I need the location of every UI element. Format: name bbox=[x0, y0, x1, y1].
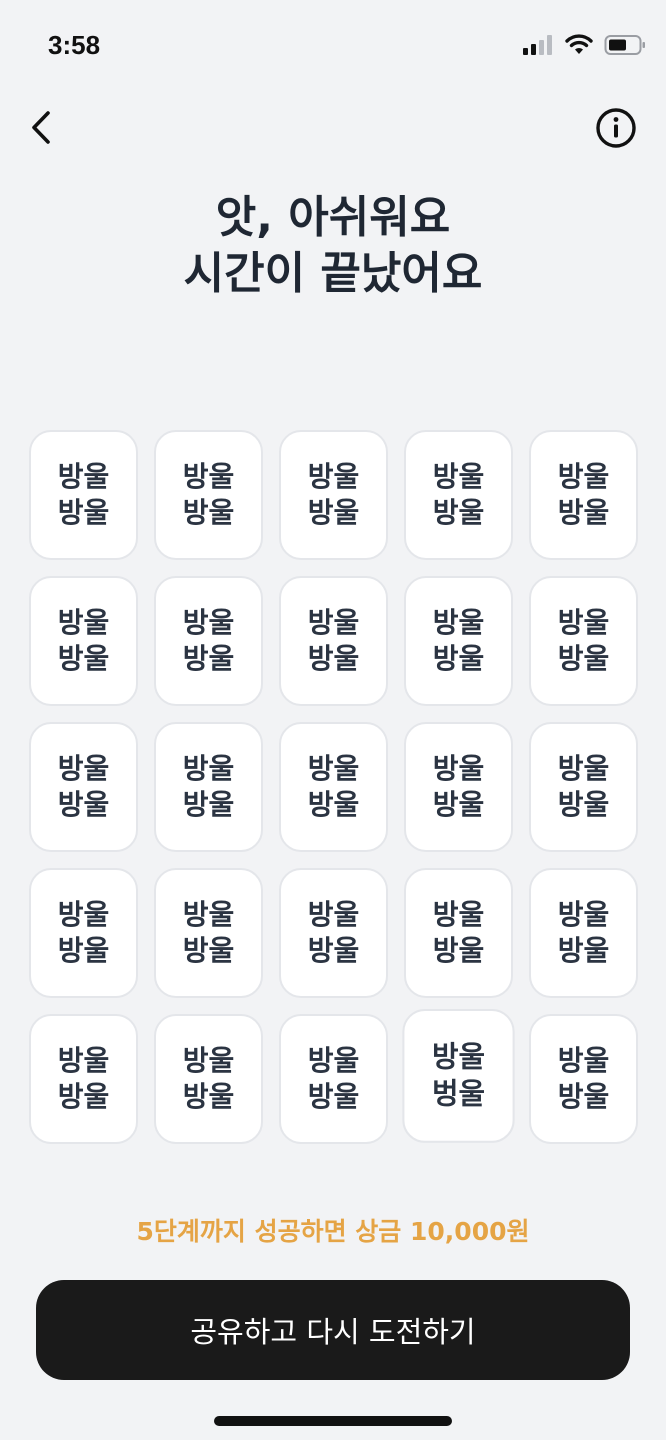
tile-text-top: 방울 bbox=[557, 752, 610, 785]
tile-text-top: 방울 bbox=[182, 752, 235, 785]
status-bar: 3:58 bbox=[0, 0, 666, 96]
word-tile[interactable]: 방울 방울 bbox=[279, 722, 388, 852]
tile-text-top: 방울 bbox=[57, 898, 110, 931]
tile-text-top: 방울 bbox=[557, 1044, 610, 1077]
tile-text-bottom: 방울 bbox=[57, 642, 110, 675]
tile-text-bottom: 방울 bbox=[57, 496, 110, 529]
tile-text-top: 방울 bbox=[432, 460, 485, 493]
tile-text-top: 방울 bbox=[307, 1044, 360, 1077]
word-tile[interactable]: 방울 방울 bbox=[154, 868, 263, 998]
tile-text-top: 방울 bbox=[307, 460, 360, 493]
tile-text-top: 방울 bbox=[557, 460, 610, 493]
prize-text: 5단계까지 성공하면 상금 10,000원 bbox=[136, 1217, 530, 1246]
tile-text-top: 방울 bbox=[182, 606, 235, 639]
tile-text-bottom: 방울 bbox=[57, 1080, 110, 1113]
word-tile[interactable]: 방울 방울 bbox=[154, 1014, 263, 1144]
tile-text-top: 방울 bbox=[557, 898, 610, 931]
word-tile[interactable]: 방울 방울 bbox=[29, 722, 138, 852]
word-tile[interactable]: 방울 방울 bbox=[404, 868, 513, 998]
tile-text-top: 방울 bbox=[307, 752, 360, 785]
tile-text-bottom: 방울 bbox=[57, 788, 110, 821]
home-indicator bbox=[214, 1416, 452, 1426]
word-tile[interactable]: 방울 방울 bbox=[529, 722, 638, 852]
tile-text-top: 방울 bbox=[57, 606, 110, 639]
title-line-1: 앗, 아쉬워요 bbox=[215, 192, 451, 243]
word-tile[interactable]: 방울 방울 bbox=[529, 430, 638, 560]
tile-text-bottom: 방울 bbox=[557, 1080, 610, 1113]
tile-text-bottom: 방울 bbox=[307, 496, 360, 529]
status-icons bbox=[522, 34, 646, 56]
tile-text-bottom: 방울 bbox=[182, 934, 235, 967]
tile-text-bottom: 방울 bbox=[432, 496, 485, 529]
word-tile[interactable]: 방울 방울 bbox=[29, 1014, 138, 1144]
word-tile[interactable]: 방울 방울 bbox=[404, 576, 513, 706]
word-tile[interactable]: 방울 방울 bbox=[404, 722, 513, 852]
top-nav bbox=[0, 96, 666, 160]
tile-text-top: 방울 bbox=[307, 606, 360, 639]
tile-text-bottom: 방울 bbox=[182, 642, 235, 675]
word-tile[interactable]: 방울 방울 bbox=[279, 868, 388, 998]
tile-text-bottom: 방울 bbox=[557, 496, 610, 529]
chevron-left-icon bbox=[32, 111, 50, 144]
tile-text-top: 방울 bbox=[57, 460, 110, 493]
tile-text-top: 방울 bbox=[182, 1044, 235, 1077]
tile-text-bottom: 방울 bbox=[182, 788, 235, 821]
tile-text-top: 방울 bbox=[432, 606, 485, 639]
info-button[interactable] bbox=[594, 106, 638, 150]
tile-text-top: 방울 bbox=[57, 1044, 110, 1077]
word-grid: 방울 방울 방울 방울 방울 방울 방울 방울 방울 방울 방울 방울 방울 방울 방울 방울 방울 방울 방울 방울… bbox=[29, 430, 638, 1144]
word-tile[interactable]: 방울 방울 bbox=[529, 868, 638, 998]
word-tile[interactable]: 방울 벙울 bbox=[402, 1008, 515, 1143]
word-tile[interactable]: 방울 방울 bbox=[29, 576, 138, 706]
tile-text-top: 방울 bbox=[432, 898, 485, 931]
tile-text-bottom: 방울 bbox=[432, 934, 485, 967]
tile-text-bottom: 방울 bbox=[557, 788, 610, 821]
tile-text-top: 방울 bbox=[307, 898, 360, 931]
wifi-icon bbox=[565, 34, 593, 54]
tile-text-top: 방울 bbox=[57, 752, 110, 785]
tile-text-bottom: 방울 bbox=[432, 788, 485, 821]
tile-text-top: 방울 bbox=[557, 606, 610, 639]
tile-text-bottom: 방울 bbox=[307, 934, 360, 967]
tile-text-bottom: 방울 bbox=[307, 642, 360, 675]
info-circle-icon bbox=[596, 108, 636, 148]
word-tile[interactable]: 방울 방울 bbox=[29, 868, 138, 998]
tile-text-bottom: 벙울 bbox=[431, 1076, 486, 1111]
tile-text-top: 방울 bbox=[182, 460, 235, 493]
title-line-2: 시간이 끝났어요 bbox=[183, 248, 483, 299]
status-time: 3:58 bbox=[48, 30, 101, 60]
tile-text-bottom: 방울 bbox=[307, 788, 360, 821]
tile-text-top: 방울 bbox=[431, 1039, 486, 1074]
tile-text-top: 방울 bbox=[182, 898, 235, 931]
tile-text-top: 방울 bbox=[432, 752, 485, 785]
word-tile[interactable]: 방울 방울 bbox=[279, 430, 388, 560]
tile-text-bottom: 방울 bbox=[557, 642, 610, 675]
cellular-signal-icon bbox=[523, 35, 552, 55]
page-title: 앗, 아쉬워요 시간이 끝났어요 bbox=[0, 190, 666, 302]
word-tile[interactable]: 방울 방울 bbox=[29, 430, 138, 560]
word-tile[interactable]: 방울 방울 bbox=[279, 1014, 388, 1144]
tile-text-bottom: 방울 bbox=[307, 1080, 360, 1113]
share-retry-button[interactable]: 공유하고 다시 도전하기 bbox=[36, 1280, 630, 1380]
word-tile[interactable]: 방울 방울 bbox=[404, 430, 513, 560]
tile-text-bottom: 방울 bbox=[182, 1080, 235, 1113]
word-tile[interactable]: 방울 방울 bbox=[529, 1014, 638, 1144]
word-tile[interactable]: 방울 방울 bbox=[279, 576, 388, 706]
tile-text-bottom: 방울 bbox=[57, 934, 110, 967]
tile-text-bottom: 방울 bbox=[557, 934, 610, 967]
battery-icon bbox=[604, 35, 645, 55]
word-tile[interactable]: 방울 방울 bbox=[154, 430, 263, 560]
word-tile[interactable]: 방울 방울 bbox=[529, 576, 638, 706]
tile-text-bottom: 방울 bbox=[182, 496, 235, 529]
word-tile[interactable]: 방울 방울 bbox=[154, 576, 263, 706]
word-tile[interactable]: 방울 방울 bbox=[154, 722, 263, 852]
back-button[interactable] bbox=[22, 104, 62, 152]
tile-text-bottom: 방울 bbox=[432, 642, 485, 675]
